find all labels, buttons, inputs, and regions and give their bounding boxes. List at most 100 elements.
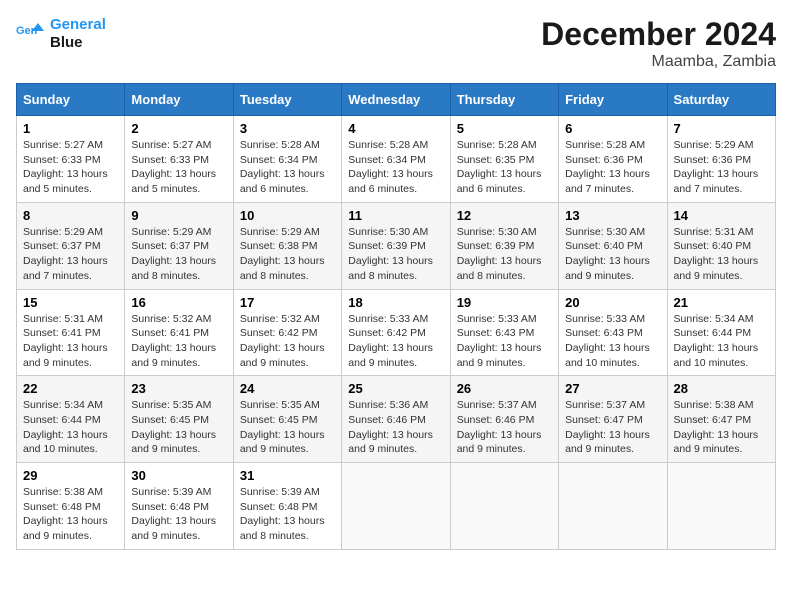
day-detail: Sunrise: 5:30 AM Sunset: 6:39 PM Dayligh… xyxy=(457,225,552,284)
day-number: 30 xyxy=(131,468,226,483)
location: Maamba, Zambia xyxy=(541,53,776,71)
day-header-friday: Friday xyxy=(559,84,667,116)
calendar-cell xyxy=(667,463,775,550)
calendar-cell: 12 Sunrise: 5:30 AM Sunset: 6:39 PM Dayl… xyxy=(450,202,558,289)
day-number: 25 xyxy=(348,381,443,396)
calendar-cell: 24 Sunrise: 5:35 AM Sunset: 6:45 PM Dayl… xyxy=(233,376,341,463)
day-number: 14 xyxy=(674,208,769,223)
calendar-cell: 30 Sunrise: 5:39 AM Sunset: 6:48 PM Dayl… xyxy=(125,463,233,550)
day-detail: Sunrise: 5:29 AM Sunset: 6:36 PM Dayligh… xyxy=(674,138,769,197)
day-number: 2 xyxy=(131,121,226,136)
calendar-cell: 2 Sunrise: 5:27 AM Sunset: 6:33 PM Dayli… xyxy=(125,116,233,203)
calendar-cell: 7 Sunrise: 5:29 AM Sunset: 6:36 PM Dayli… xyxy=(667,116,775,203)
calendar-cell: 13 Sunrise: 5:30 AM Sunset: 6:40 PM Dayl… xyxy=(559,202,667,289)
calendar-cell: 16 Sunrise: 5:32 AM Sunset: 6:41 PM Dayl… xyxy=(125,289,233,376)
calendar-cell: 15 Sunrise: 5:31 AM Sunset: 6:41 PM Dayl… xyxy=(17,289,125,376)
calendar-cell xyxy=(450,463,558,550)
day-number: 1 xyxy=(23,121,118,136)
day-number: 28 xyxy=(674,381,769,396)
calendar-cell: 31 Sunrise: 5:39 AM Sunset: 6:48 PM Dayl… xyxy=(233,463,341,550)
day-number: 29 xyxy=(23,468,118,483)
day-number: 13 xyxy=(565,208,660,223)
day-detail: Sunrise: 5:35 AM Sunset: 6:45 PM Dayligh… xyxy=(240,398,335,457)
day-number: 10 xyxy=(240,208,335,223)
calendar-cell: 8 Sunrise: 5:29 AM Sunset: 6:37 PM Dayli… xyxy=(17,202,125,289)
day-number: 31 xyxy=(240,468,335,483)
calendar-cell: 3 Sunrise: 5:28 AM Sunset: 6:34 PM Dayli… xyxy=(233,116,341,203)
day-detail: Sunrise: 5:34 AM Sunset: 6:44 PM Dayligh… xyxy=(674,312,769,371)
calendar-cell: 27 Sunrise: 5:37 AM Sunset: 6:47 PM Dayl… xyxy=(559,376,667,463)
calendar-cell: 26 Sunrise: 5:37 AM Sunset: 6:46 PM Dayl… xyxy=(450,376,558,463)
calendar-cell: 20 Sunrise: 5:33 AM Sunset: 6:43 PM Dayl… xyxy=(559,289,667,376)
day-detail: Sunrise: 5:33 AM Sunset: 6:43 PM Dayligh… xyxy=(565,312,660,371)
day-number: 3 xyxy=(240,121,335,136)
day-number: 24 xyxy=(240,381,335,396)
day-number: 9 xyxy=(131,208,226,223)
calendar-cell: 4 Sunrise: 5:28 AM Sunset: 6:34 PM Dayli… xyxy=(342,116,450,203)
title-section: December 2024 Maamba, Zambia xyxy=(541,16,776,71)
day-number: 19 xyxy=(457,295,552,310)
calendar-cell: 18 Sunrise: 5:33 AM Sunset: 6:42 PM Dayl… xyxy=(342,289,450,376)
day-detail: Sunrise: 5:38 AM Sunset: 6:47 PM Dayligh… xyxy=(674,398,769,457)
day-detail: Sunrise: 5:31 AM Sunset: 6:41 PM Dayligh… xyxy=(23,312,118,371)
day-detail: Sunrise: 5:36 AM Sunset: 6:46 PM Dayligh… xyxy=(348,398,443,457)
day-detail: Sunrise: 5:33 AM Sunset: 6:42 PM Dayligh… xyxy=(348,312,443,371)
day-detail: Sunrise: 5:28 AM Sunset: 6:35 PM Dayligh… xyxy=(457,138,552,197)
calendar-cell: 10 Sunrise: 5:29 AM Sunset: 6:38 PM Dayl… xyxy=(233,202,341,289)
day-number: 4 xyxy=(348,121,443,136)
day-header-sunday: Sunday xyxy=(17,84,125,116)
day-detail: Sunrise: 5:39 AM Sunset: 6:48 PM Dayligh… xyxy=(131,485,226,544)
logo-icon: Gen xyxy=(16,19,46,49)
day-number: 17 xyxy=(240,295,335,310)
calendar-cell: 1 Sunrise: 5:27 AM Sunset: 6:33 PM Dayli… xyxy=(17,116,125,203)
day-detail: Sunrise: 5:30 AM Sunset: 6:39 PM Dayligh… xyxy=(348,225,443,284)
day-number: 15 xyxy=(23,295,118,310)
day-header-monday: Monday xyxy=(125,84,233,116)
day-number: 11 xyxy=(348,208,443,223)
day-detail: Sunrise: 5:28 AM Sunset: 6:34 PM Dayligh… xyxy=(240,138,335,197)
day-detail: Sunrise: 5:29 AM Sunset: 6:37 PM Dayligh… xyxy=(131,225,226,284)
day-number: 22 xyxy=(23,381,118,396)
day-number: 12 xyxy=(457,208,552,223)
calendar-cell: 6 Sunrise: 5:28 AM Sunset: 6:36 PM Dayli… xyxy=(559,116,667,203)
day-detail: Sunrise: 5:33 AM Sunset: 6:43 PM Dayligh… xyxy=(457,312,552,371)
day-detail: Sunrise: 5:32 AM Sunset: 6:41 PM Dayligh… xyxy=(131,312,226,371)
calendar-cell: 28 Sunrise: 5:38 AM Sunset: 6:47 PM Dayl… xyxy=(667,376,775,463)
calendar-cell xyxy=(342,463,450,550)
day-detail: Sunrise: 5:29 AM Sunset: 6:38 PM Dayligh… xyxy=(240,225,335,284)
day-number: 18 xyxy=(348,295,443,310)
day-detail: Sunrise: 5:35 AM Sunset: 6:45 PM Dayligh… xyxy=(131,398,226,457)
calendar-cell: 9 Sunrise: 5:29 AM Sunset: 6:37 PM Dayli… xyxy=(125,202,233,289)
day-number: 5 xyxy=(457,121,552,136)
page-header: Gen General Blue December 2024 Maamba, Z… xyxy=(16,16,776,71)
calendar-cell: 25 Sunrise: 5:36 AM Sunset: 6:46 PM Dayl… xyxy=(342,376,450,463)
calendar-cell xyxy=(559,463,667,550)
day-detail: Sunrise: 5:34 AM Sunset: 6:44 PM Dayligh… xyxy=(23,398,118,457)
calendar-cell: 22 Sunrise: 5:34 AM Sunset: 6:44 PM Dayl… xyxy=(17,376,125,463)
logo-text-general: General xyxy=(50,16,106,33)
day-detail: Sunrise: 5:28 AM Sunset: 6:34 PM Dayligh… xyxy=(348,138,443,197)
day-number: 20 xyxy=(565,295,660,310)
day-number: 7 xyxy=(674,121,769,136)
month-title: December 2024 xyxy=(541,16,776,53)
day-detail: Sunrise: 5:28 AM Sunset: 6:36 PM Dayligh… xyxy=(565,138,660,197)
calendar-cell: 29 Sunrise: 5:38 AM Sunset: 6:48 PM Dayl… xyxy=(17,463,125,550)
logo-text-blue: Blue xyxy=(50,34,83,51)
day-number: 27 xyxy=(565,381,660,396)
day-detail: Sunrise: 5:29 AM Sunset: 6:37 PM Dayligh… xyxy=(23,225,118,284)
logo: Gen General Blue xyxy=(16,16,106,52)
day-detail: Sunrise: 5:38 AM Sunset: 6:48 PM Dayligh… xyxy=(23,485,118,544)
calendar-cell: 11 Sunrise: 5:30 AM Sunset: 6:39 PM Dayl… xyxy=(342,202,450,289)
day-detail: Sunrise: 5:31 AM Sunset: 6:40 PM Dayligh… xyxy=(674,225,769,284)
day-header-thursday: Thursday xyxy=(450,84,558,116)
day-detail: Sunrise: 5:39 AM Sunset: 6:48 PM Dayligh… xyxy=(240,485,335,544)
day-header-wednesday: Wednesday xyxy=(342,84,450,116)
day-detail: Sunrise: 5:37 AM Sunset: 6:47 PM Dayligh… xyxy=(565,398,660,457)
day-number: 21 xyxy=(674,295,769,310)
calendar-cell: 21 Sunrise: 5:34 AM Sunset: 6:44 PM Dayl… xyxy=(667,289,775,376)
calendar-cell: 14 Sunrise: 5:31 AM Sunset: 6:40 PM Dayl… xyxy=(667,202,775,289)
day-header-saturday: Saturday xyxy=(667,84,775,116)
day-header-tuesday: Tuesday xyxy=(233,84,341,116)
day-detail: Sunrise: 5:37 AM Sunset: 6:46 PM Dayligh… xyxy=(457,398,552,457)
day-number: 6 xyxy=(565,121,660,136)
